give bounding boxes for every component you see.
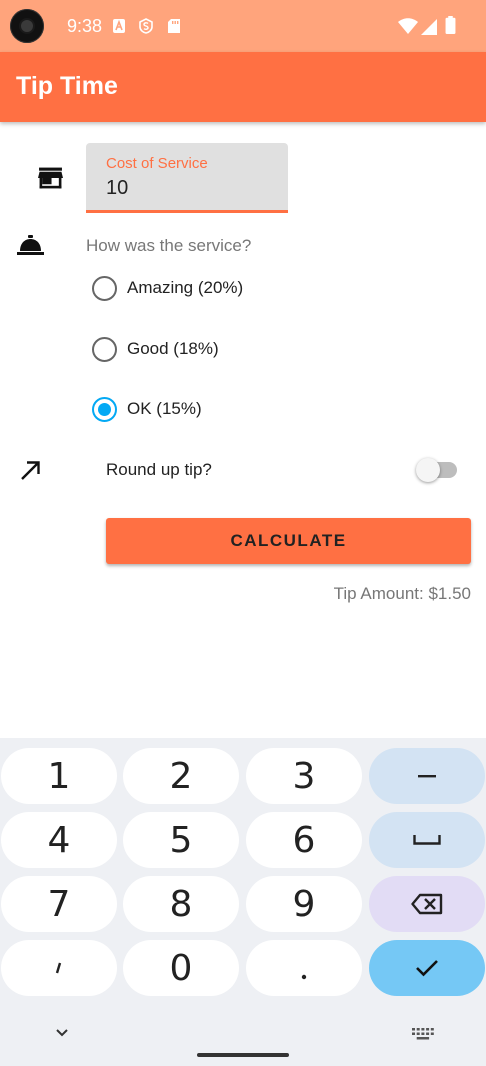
chevron-down-icon[interactable] <box>54 1026 70 1040</box>
sd-card-icon <box>168 19 180 33</box>
backspace-icon <box>411 893 443 915</box>
s-badge-icon <box>139 18 153 34</box>
cost-of-service-field[interactable]: Cost of Service 10 <box>86 143 288 213</box>
key-3[interactable]: 3 <box>246 748 362 804</box>
radio-button-ok[interactable] <box>92 396 117 422</box>
app-bar: Tip Time <box>0 52 486 122</box>
radio-label-ok[interactable]: OK (15%) <box>127 399 202 419</box>
signal-icon <box>421 19 437 35</box>
keyboard-icon[interactable] <box>412 1028 434 1040</box>
cost-field-value[interactable]: 10 <box>106 177 128 200</box>
service-question: How was the service? <box>86 236 252 255</box>
key-2[interactable]: 2 <box>123 748 239 804</box>
space-bar-icon <box>413 835 441 845</box>
app-title: Tip Time <box>16 72 118 100</box>
checkmark-icon <box>416 960 438 977</box>
key-5[interactable]: 5 <box>123 812 239 868</box>
comma-glyph <box>55 962 62 974</box>
tip-amount-result: Tip Amount: $1.50 <box>333 584 471 603</box>
key-minus[interactable] <box>369 748 485 804</box>
radio-option-amazing[interactable]: Amazing (20%) <box>92 273 243 303</box>
battery-icon <box>445 16 456 34</box>
radio-button-good[interactable] <box>92 336 117 362</box>
minus-icon <box>418 775 436 778</box>
key-done[interactable] <box>369 940 485 996</box>
a-box-icon <box>113 19 125 33</box>
key-0[interactable]: 0 <box>123 940 239 996</box>
key-space[interactable] <box>369 812 485 868</box>
gesture-nav-handle[interactable] <box>197 1053 289 1057</box>
key-9[interactable]: 9 <box>246 876 362 932</box>
key-1[interactable]: 1 <box>1 748 117 804</box>
key-4[interactable]: 4 <box>1 812 117 868</box>
status-bar: 9:38 <box>0 0 486 52</box>
key-period[interactable] <box>246 940 362 996</box>
key-backspace[interactable] <box>369 876 485 932</box>
radio-label-amazing[interactable]: Amazing (20%) <box>127 278 243 298</box>
room-service-bell-icon <box>17 235 44 255</box>
storefront-icon <box>38 167 63 189</box>
radio-option-ok[interactable]: OK (15%) <box>92 394 202 424</box>
front-camera-cutout <box>10 9 44 43</box>
round-up-switch[interactable] <box>416 458 440 482</box>
key-6[interactable]: 6 <box>246 812 362 868</box>
round-up-label: Round up tip? <box>106 460 212 479</box>
arrow-up-right-icon <box>21 461 40 480</box>
radio-label-good[interactable]: Good (18%) <box>127 339 219 359</box>
key-comma[interactable] <box>1 940 117 996</box>
key-7[interactable]: 7 <box>1 876 117 932</box>
radio-button-amazing[interactable] <box>92 275 117 301</box>
period-glyph <box>301 974 307 980</box>
calculate-button[interactable]: CALCULATE <box>106 518 471 564</box>
key-8[interactable]: 8 <box>123 876 239 932</box>
cost-field-label: Cost of Service <box>106 155 208 172</box>
status-time: 9:38 <box>67 16 103 36</box>
wifi-icon <box>398 18 418 34</box>
radio-option-good[interactable]: Good (18%) <box>92 334 219 364</box>
